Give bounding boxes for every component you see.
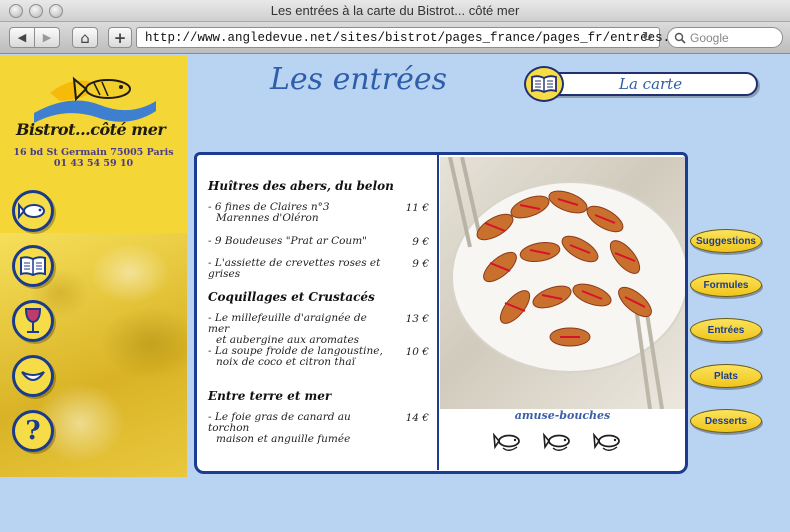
sidebar-fish-button[interactable] bbox=[12, 190, 54, 232]
menu-item: - 9 Boudeuses "Prat ar Coum" bbox=[208, 236, 388, 247]
forward-arrow-icon: ▶ bbox=[42, 31, 52, 44]
menu-item: - L'assiette de crevettes roses et grise… bbox=[208, 258, 408, 280]
menu-item: - Le foie gras de canard au torchon mais… bbox=[208, 412, 388, 445]
nav-entrees-button[interactable]: Entrées bbox=[690, 318, 762, 342]
nav-plats-button[interactable]: Plats bbox=[690, 364, 762, 388]
dish-detail: noix de coco et citron thaï bbox=[216, 356, 355, 368]
section-title-huitres: Huîtres des abers, du belon bbox=[208, 179, 394, 193]
wine-glass-icon bbox=[24, 308, 42, 333]
forward-button[interactable]: ▶ bbox=[34, 27, 60, 48]
la-carte-label: La carte bbox=[619, 75, 683, 93]
back-button[interactable]: ◀ bbox=[9, 27, 35, 48]
search-field[interactable] bbox=[667, 27, 783, 48]
address-bar[interactable]: http://www.angledevue.net/sites/bistrot/… bbox=[136, 27, 700, 48]
section-title-coquillages: Coquillages et Crustacés bbox=[208, 290, 375, 304]
section-title-terre-mer: Entre terre et mer bbox=[208, 389, 332, 403]
dish-price: 11 € bbox=[405, 202, 429, 214]
amuse-bouches-photo bbox=[440, 157, 685, 409]
open-book-icon bbox=[531, 75, 557, 94]
dish-detail: maison et anguille fumée bbox=[216, 433, 351, 445]
dish-price: 9 € bbox=[412, 258, 429, 270]
reload-icon[interactable]: ↻ bbox=[642, 30, 653, 45]
menu-item: - 6 fines de Claires n°3 Marennes d'Olér… bbox=[208, 202, 388, 224]
restaurant-address: 16 bd St Germain 75005 Paris bbox=[13, 147, 174, 158]
menu-item: - Le millefeuille d'araignée de mer et a… bbox=[208, 313, 388, 346]
menu-item: - La soupe froide de langoustine, noix d… bbox=[208, 346, 388, 368]
question-icon: ? bbox=[25, 416, 41, 446]
window-title: Les entrées à la carte du Bistrot... côt… bbox=[270, 3, 520, 18]
fish-rating-icon bbox=[543, 432, 570, 451]
restaurant-phone: 01 43 54 59 10 bbox=[53, 158, 134, 169]
fish-rating-icon bbox=[493, 432, 520, 451]
dish-name: - 9 Boudeuses "Prat ar Coum" bbox=[208, 235, 367, 247]
home-icon: ⌂ bbox=[80, 28, 90, 47]
la-carte-button[interactable]: La carte bbox=[524, 66, 760, 102]
dish-name: - Le millefeuille d'araignée de mer bbox=[208, 312, 367, 335]
url-text: http://www.angledevue.net/sites/bistrot/… bbox=[145, 30, 701, 45]
nav-suggestions-button[interactable]: Suggestions bbox=[690, 229, 762, 253]
dish-name: - L'assiette de crevettes roses et grise… bbox=[208, 257, 381, 280]
dish-price: 10 € bbox=[405, 346, 429, 358]
carte-book-badge bbox=[524, 66, 564, 102]
brand-name[interactable]: Bistrot...côté mer bbox=[16, 120, 166, 139]
book-icon bbox=[20, 256, 46, 277]
dish-name: - Le foie gras de canard au torchon bbox=[208, 411, 351, 434]
sidebar-question-button[interactable]: ? bbox=[12, 410, 54, 452]
page-title: Les entrées bbox=[270, 62, 447, 97]
dish-price: 9 € bbox=[412, 236, 429, 248]
search-input[interactable] bbox=[690, 30, 770, 45]
page-footer-area bbox=[0, 477, 790, 532]
search-icon bbox=[674, 32, 686, 44]
nav-desserts-button[interactable]: Desserts bbox=[690, 409, 762, 433]
book-spine bbox=[437, 155, 439, 470]
browser-toolbar: ◀ ▶ ⌂ + http://www.angledevue.net/sites/… bbox=[0, 22, 790, 54]
dish-price: 14 € bbox=[405, 412, 429, 424]
fish-icon bbox=[18, 202, 45, 220]
add-bookmark-button[interactable]: + bbox=[108, 27, 132, 48]
fish-rating-icon bbox=[593, 432, 620, 451]
sidebar-wine-button[interactable] bbox=[12, 300, 54, 342]
photo-caption: amuse-bouches bbox=[514, 409, 611, 422]
plus-icon: + bbox=[113, 28, 127, 47]
dish-detail: Marennes d'Oléron bbox=[216, 212, 319, 224]
plate-illustration bbox=[448, 157, 685, 409]
window-titlebar: Les entrées à la carte du Bistrot... côt… bbox=[0, 0, 790, 22]
sidebar-book-button[interactable] bbox=[12, 245, 54, 287]
dish-price: 13 € bbox=[405, 313, 429, 325]
sidebar-smile-button[interactable] bbox=[12, 355, 54, 397]
nav-formules-button[interactable]: Formules bbox=[690, 273, 762, 297]
back-arrow-icon: ◀ bbox=[17, 31, 27, 44]
smile-icon bbox=[21, 371, 45, 381]
home-button[interactable]: ⌂ bbox=[72, 27, 98, 48]
